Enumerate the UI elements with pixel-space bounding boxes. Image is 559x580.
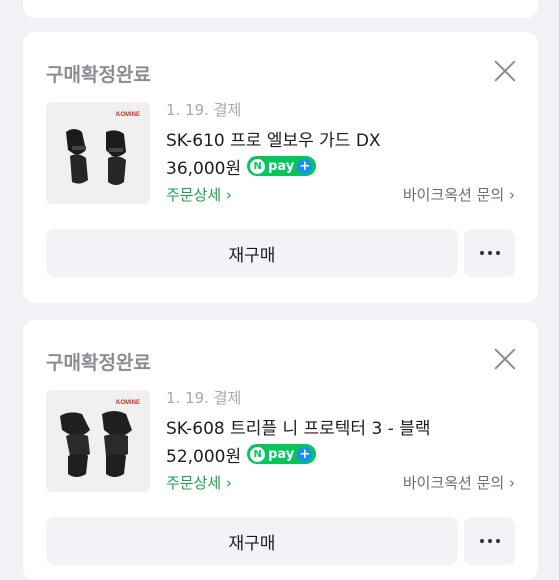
order-detail-link[interactable]: 주문상세 ›	[166, 472, 232, 493]
seller-inquiry-link[interactable]: 바이크옥션 문의 ›	[403, 184, 515, 205]
product-name[interactable]: SK-608 트리플 니 프로텍터 3 - 블랙	[166, 414, 431, 439]
more-horizontal-icon	[479, 251, 484, 255]
order-card: 구매확정완료 KOMINE 1. 19. 결제 SK-610 프로 엘보우 가드…	[23, 32, 538, 303]
plus-icon: +	[297, 158, 313, 174]
product-price: 52,000원	[166, 446, 242, 467]
price-row: 52,000원 N pay +	[166, 441, 317, 467]
order-card: 구매확정완료 KOMINE 1. 19. 결제 SK-608 트리플 니 프로텍…	[23, 320, 538, 580]
dot	[495, 251, 500, 255]
more-options-button[interactable]	[464, 229, 515, 277]
order-detail-link[interactable]: 주문상세 ›	[166, 184, 232, 205]
price-row: 36,000원 N pay +	[166, 153, 317, 179]
more-horizontal-icon	[479, 539, 484, 543]
dot	[495, 539, 500, 543]
close-icon[interactable]	[494, 60, 516, 82]
product-thumbnail[interactable]: KOMINE	[46, 102, 150, 204]
order-status: 구매확정완료	[46, 64, 151, 86]
seller-inquiry-link[interactable]: 바이크옥션 문의 ›	[403, 472, 515, 493]
plus-icon: +	[297, 446, 313, 462]
payment-date: 1. 19. 결제	[166, 389, 242, 407]
svg-text:KOMINE: KOMINE	[116, 112, 140, 118]
dot	[487, 251, 492, 255]
previous-order-card	[23, 0, 538, 18]
npay-plus-badge: N pay +	[247, 156, 317, 176]
rebuy-button[interactable]: 재구매	[46, 517, 458, 565]
svg-text:KOMINE: KOMINE	[116, 400, 140, 406]
more-options-button[interactable]	[464, 517, 515, 565]
product-name[interactable]: SK-610 프로 엘보우 가드 DX	[166, 126, 381, 151]
npay-n-icon: N	[250, 446, 266, 462]
order-status: 구매확정완료	[46, 352, 151, 374]
npay-n-icon: N	[250, 158, 266, 174]
product-thumbnail[interactable]: KOMINE	[46, 390, 150, 492]
npay-label: pay	[268, 446, 295, 462]
product-price: 36,000원	[166, 158, 242, 179]
npay-label: pay	[268, 158, 295, 174]
rebuy-button[interactable]: 재구매	[46, 229, 458, 277]
dot	[487, 539, 492, 543]
close-icon[interactable]	[494, 348, 516, 370]
payment-date: 1. 19. 결제	[166, 101, 242, 119]
npay-plus-badge: N pay +	[247, 444, 317, 464]
